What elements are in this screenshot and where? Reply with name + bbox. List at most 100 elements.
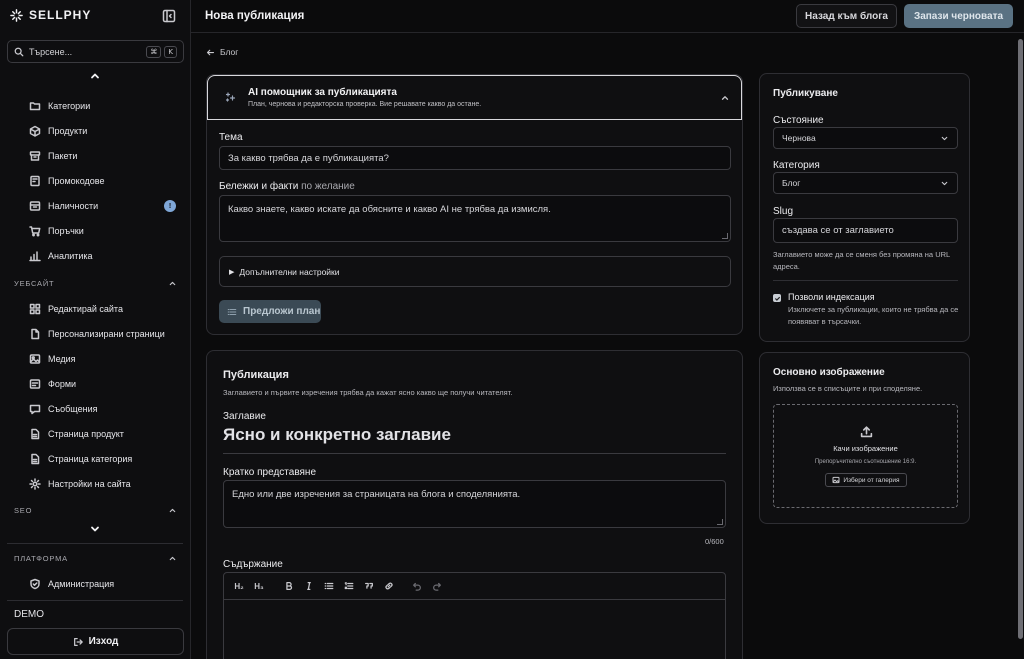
image-dropzone[interactable]: Качи изображение Препоръчително съотноше… <box>773 404 958 508</box>
section-heading: ПЛАТФОРМА <box>14 554 68 563</box>
scroll-up-icon[interactable] <box>89 70 101 82</box>
resize-handle[interactable] <box>722 233 728 239</box>
divider <box>7 600 183 601</box>
bold-button[interactable] <box>279 574 299 598</box>
search-shortcut: ⌘ K <box>146 45 177 58</box>
alert-badge: ! <box>164 200 176 212</box>
sidebar-item-edit-site[interactable]: Редактирай сайта <box>0 296 191 321</box>
sidebar: SELLPHY Търсене... ⌘ K Категории Продукт… <box>0 0 191 659</box>
section-heading: УЕБСАЙТ <box>14 279 55 288</box>
chevron-up-icon <box>169 281 176 286</box>
link-button[interactable] <box>379 574 399 598</box>
sidebar-item-label: Продукти <box>48 125 88 136</box>
title-underline <box>223 453 726 454</box>
section-platform-header[interactable]: ПЛАТФОРМА <box>0 546 191 571</box>
sidebar-item-label: Промокодове <box>48 175 105 186</box>
notes-label-text: Бележки и факти <box>219 181 299 192</box>
sidebar-item-media[interactable]: Медия <box>0 346 191 371</box>
notes-textarea[interactable]: Какво знаете, какво искате да обясните и… <box>219 195 731 242</box>
environment-label: DEMO <box>14 609 44 620</box>
sidebar-item-site-settings[interactable]: Настройки на сайта <box>0 471 191 496</box>
advanced-settings-toggle[interactable]: ▶ Допълнителни настройки <box>219 256 731 287</box>
breadcrumb[interactable]: Блог <box>206 47 238 57</box>
sidebar-item-categories[interactable]: Категории <box>0 93 191 118</box>
resize-handle[interactable] <box>717 519 723 525</box>
kbd-mod: ⌘ <box>146 45 162 58</box>
category-value: Блог <box>782 178 801 188</box>
scroll-down-icon[interactable] <box>89 523 101 535</box>
kbd-key: K <box>164 45 177 58</box>
italic-button[interactable] <box>299 574 319 598</box>
section-website-header[interactable]: УЕБСАЙТ <box>0 271 191 296</box>
choose-from-gallery-button[interactable]: Избери от галерия <box>825 473 907 487</box>
tag-icon <box>30 175 40 186</box>
content-label: Съдържание <box>223 559 283 570</box>
message-icon <box>29 404 41 414</box>
form-icon <box>29 378 41 389</box>
breadcrumb-link[interactable]: Блог <box>220 47 238 57</box>
content-editor[interactable]: H₂ H₃ <box>223 572 726 659</box>
sidebar-item-orders[interactable]: Поръчки <box>0 218 191 243</box>
sidebar-item-label: Съобщения <box>48 403 98 414</box>
box-icon <box>29 125 41 137</box>
chevron-up-icon[interactable] <box>720 93 730 103</box>
page-icon <box>31 453 40 464</box>
back-to-blog-button[interactable]: Назад към блога <box>796 4 897 28</box>
sidebar-item-category-page[interactable]: Страница категория <box>0 446 191 471</box>
sidebar-item-inventory[interactable]: Наличности ! <box>0 193 191 218</box>
bullet-list-button[interactable] <box>319 574 339 598</box>
topic-input[interactable]: За какво трябва да е публикацията? <box>219 146 731 170</box>
brand-logo[interactable]: SELLPHY <box>10 8 91 22</box>
excerpt-textarea[interactable]: Едно или две изречения за страницата на … <box>223 480 726 528</box>
indexing-label[interactable]: Позволи индексация <box>788 292 875 302</box>
suggest-plan-button[interactable]: Предложи план <box>219 300 321 323</box>
title-input[interactable]: Ясно и конкретно заглавие <box>223 425 451 445</box>
logout-button[interactable]: Изход <box>7 628 184 655</box>
page-scrollbar[interactable] <box>1017 33 1024 659</box>
sidebar-item-administration[interactable]: Администрация <box>0 571 191 596</box>
list-icon <box>227 308 237 315</box>
sidebar-item-products[interactable]: Продукти <box>0 118 191 143</box>
sidebar-item-label: Настройки на сайта <box>48 478 131 489</box>
section-seo-header[interactable]: SEO <box>0 498 191 523</box>
logout-icon <box>73 637 83 646</box>
sidebar-item-label: Аналитика <box>48 250 93 261</box>
sidebar-item-messages[interactable]: Съобщения <box>0 396 191 421</box>
sidebar-item-custom-pages[interactable]: Персонализирани страници <box>0 321 191 346</box>
category-select[interactable]: Блог <box>773 172 958 194</box>
heading3-button[interactable]: H₃ <box>249 574 269 598</box>
numbered-list-button[interactable] <box>339 574 359 598</box>
save-draft-button[interactable]: Запази черновата <box>904 4 1013 28</box>
sidebar-item-product-page[interactable]: Страница продукт <box>0 421 191 446</box>
sidebar-item-label: Администрация <box>48 578 115 589</box>
status-select[interactable]: Чернова <box>773 127 958 149</box>
sidebar-item-forms[interactable]: Форми <box>0 371 191 396</box>
sidebar-item-analytics[interactable]: Аналитика <box>0 243 191 268</box>
redo-button[interactable] <box>427 574 447 598</box>
italic-icon <box>307 582 311 590</box>
indexing-checkbox[interactable] <box>773 294 781 302</box>
quote-button[interactable] <box>359 574 379 598</box>
sidebar-item-bundles[interactable]: Пакети <box>0 143 191 168</box>
main-image-subheading: Използва се в списъците и при споделяне. <box>773 384 923 393</box>
undo-button[interactable] <box>407 574 427 598</box>
scrollbar-thumb[interactable] <box>1018 39 1023 639</box>
package-icon <box>29 150 41 161</box>
main-image-card: Основно изображение Използва се в списъц… <box>759 352 970 524</box>
sidebar-item-promocodes[interactable]: Промокодове <box>0 168 191 193</box>
quote-icon <box>365 582 373 589</box>
slug-input[interactable]: създава се от заглавието <box>773 218 958 243</box>
file-icon <box>31 328 40 339</box>
brand-name: SELLPHY <box>29 8 92 22</box>
link-icon <box>385 582 393 590</box>
search-input[interactable]: Търсене... ⌘ K <box>7 40 184 63</box>
gallery-icon <box>832 476 840 484</box>
excerpt-label: Кратко представяне <box>223 467 317 478</box>
sidebar-collapse-icon[interactable] <box>162 9 176 23</box>
nav-website: УЕБСАЙТ Редактирай сайта Персонализирани… <box>0 271 191 523</box>
redo-icon <box>433 582 441 591</box>
heading2-button[interactable]: H₂ <box>229 574 249 598</box>
ai-assistant-header[interactable]: AI помощник за публикацията План, чернов… <box>207 75 742 120</box>
page-title: Нова публикация <box>205 10 305 22</box>
